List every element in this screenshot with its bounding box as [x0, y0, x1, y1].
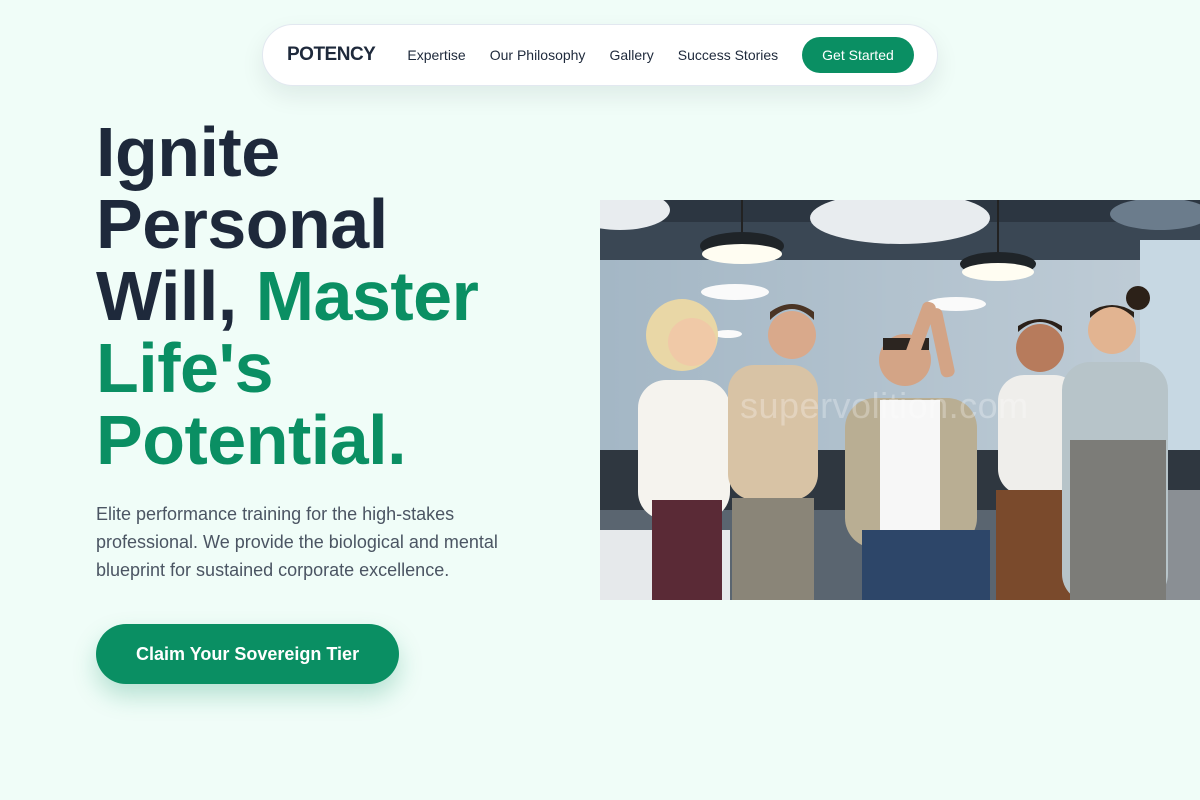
nav-link-success-stories[interactable]: Success Stories [678, 47, 778, 63]
top-navigation: POTENCY Expertise Our Philosophy Gallery… [262, 24, 938, 86]
headline-line-3a: Will, [96, 257, 237, 335]
headline-line-5: Potential. [96, 401, 407, 479]
nav-link-gallery[interactable]: Gallery [609, 47, 653, 63]
image-watermark: supervolition.com [740, 385, 1029, 426]
headline-line-4: Life's [96, 329, 274, 407]
get-started-button[interactable]: Get Started [802, 37, 914, 73]
hero-headline: Ignite Personal Will, Master Life's Pote… [96, 116, 566, 476]
nav-link-expertise[interactable]: Expertise [407, 47, 465, 63]
nav-link-our-philosophy[interactable]: Our Philosophy [490, 47, 586, 63]
hero-subtitle: Elite performance training for the high-… [96, 504, 498, 580]
brand-logo[interactable]: POTENCY [287, 44, 376, 66]
headline-line-1: Ignite [96, 113, 280, 191]
headline-line-2: Personal [96, 185, 388, 263]
landing-page: POTENCY Expertise Our Philosophy Gallery… [0, 0, 1200, 800]
headline-line-3b: Master [255, 257, 479, 335]
claim-sovereign-tier-button[interactable]: Claim Your Sovereign Tier [96, 624, 400, 684]
